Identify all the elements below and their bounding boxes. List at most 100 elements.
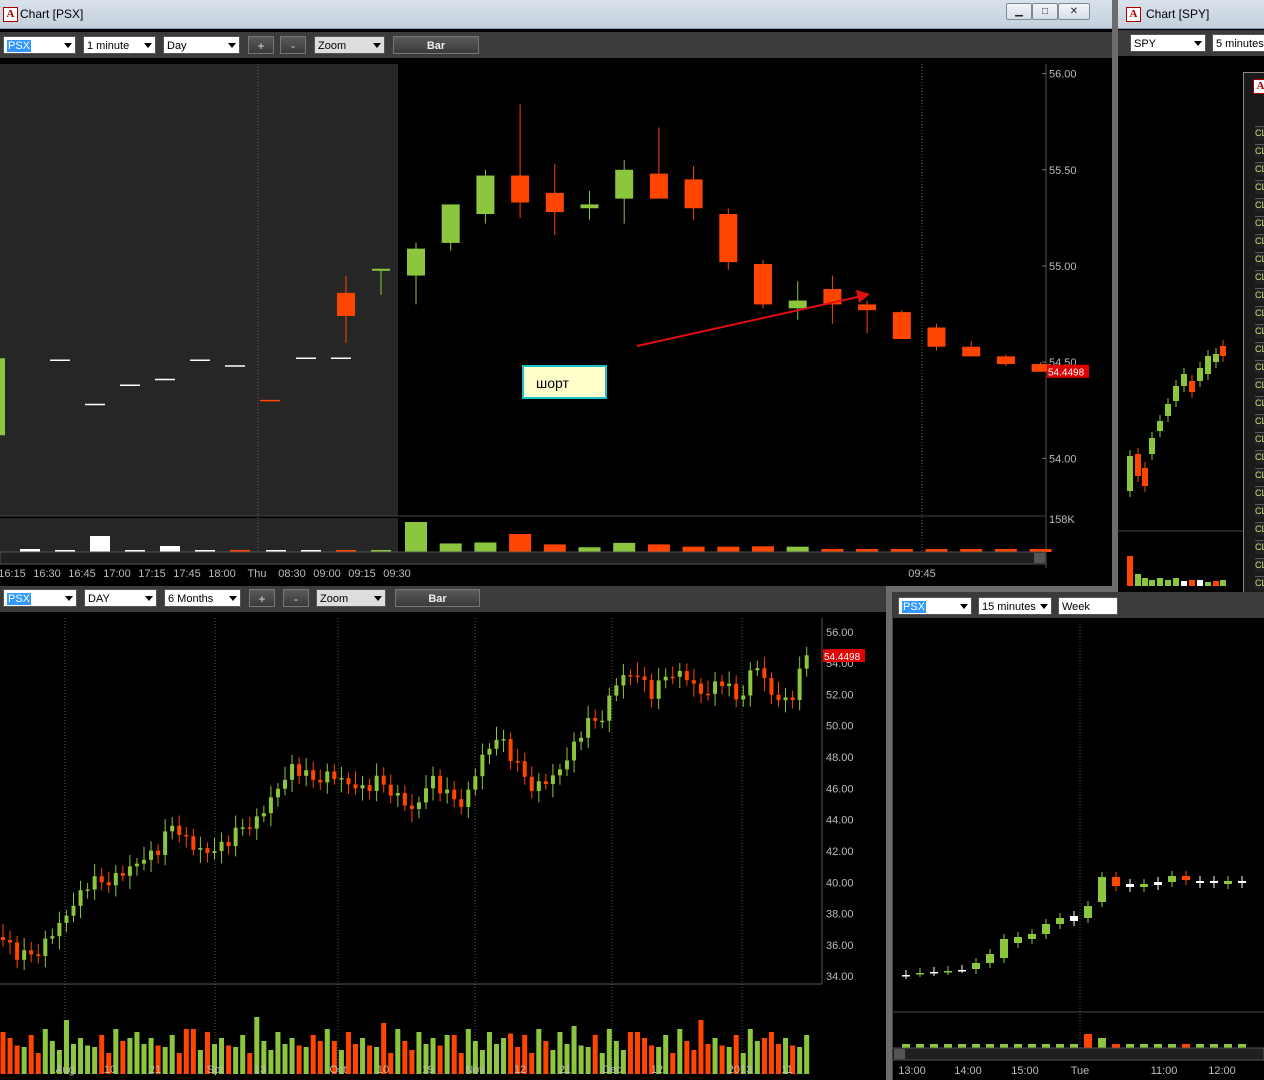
watchlist-item[interactable]: CL xyxy=(1255,486,1264,500)
range-value: Day xyxy=(167,40,187,52)
watchlist-item[interactable]: CL xyxy=(1255,306,1264,320)
price-chart-daily[interactable]: 56.0054.0052.0050.0048.0046.0044.0042.00… xyxy=(0,612,886,1080)
maximize-button[interactable]: □ xyxy=(1032,3,1058,20)
candle-body xyxy=(57,922,62,937)
watchlist-item[interactable]: CL xyxy=(1255,378,1264,392)
candle-body xyxy=(170,825,175,832)
candle-body xyxy=(586,718,591,738)
candle-body xyxy=(205,848,210,854)
watchlist-item[interactable]: CL xyxy=(1255,288,1264,302)
candle-body xyxy=(476,175,495,215)
range-dropdown[interactable]: Day xyxy=(163,36,240,54)
price-tick-label: 55.00 xyxy=(1049,261,1077,273)
candle-body xyxy=(972,963,980,969)
candle-body xyxy=(902,975,910,977)
watchlist-item[interactable]: CL xyxy=(1255,450,1264,464)
watchlist-item[interactable]: CL xyxy=(1255,324,1264,338)
range-dropdown[interactable]: Week xyxy=(1058,597,1118,615)
watchlist-item[interactable]: CL xyxy=(1255,540,1264,554)
volume-bar xyxy=(698,1020,704,1074)
watchlist-item[interactable]: CL xyxy=(1255,504,1264,518)
candle-body xyxy=(409,805,414,809)
watchlist-item[interactable]: CL xyxy=(1255,162,1264,176)
candle-body xyxy=(892,312,911,340)
symbol-dropdown[interactable]: PSX xyxy=(898,597,972,615)
volume-bar xyxy=(183,1029,189,1074)
zoom-dropdown[interactable]: Zoom xyxy=(314,36,385,54)
candle-body xyxy=(713,681,718,694)
scroll-left-button xyxy=(894,1049,905,1059)
candle-body xyxy=(1224,881,1232,884)
watchlist-item[interactable]: CL xyxy=(1255,396,1264,410)
volume-bar xyxy=(501,1038,507,1074)
zoom-out-button[interactable]: - xyxy=(280,36,306,54)
window-titlebar[interactable]: A Chart [SPY] xyxy=(1118,0,1264,29)
candle-body xyxy=(614,685,619,696)
watchlist-item[interactable]: CL xyxy=(1255,216,1264,230)
volume-bar xyxy=(613,542,636,552)
symbol-dropdown[interactable]: SPY xyxy=(1130,34,1206,52)
watchlist-item[interactable]: CL xyxy=(1255,360,1264,374)
volume-bar xyxy=(275,1032,281,1074)
volume-bar xyxy=(1181,581,1187,586)
interval-value: 1 minute xyxy=(87,40,130,52)
zoom-out-button[interactable]: - xyxy=(283,589,309,607)
minimize-button[interactable]: ▁ xyxy=(1006,3,1032,20)
price-tick-label: 50.00 xyxy=(826,721,854,733)
volume-bar xyxy=(160,546,180,552)
price-tick-label: 52.00 xyxy=(826,689,854,701)
volume-bar xyxy=(944,1044,952,1048)
volume-bar xyxy=(474,542,497,552)
price-chart-15min[interactable]: 13:00 14:00 15:00 Tue 11:00 12:00 xyxy=(892,618,1264,1080)
candle-body xyxy=(748,670,753,696)
watchlist-item[interactable]: CL xyxy=(1255,522,1264,536)
volume-bar xyxy=(1205,582,1211,586)
price-tick-label: 42.00 xyxy=(826,846,854,858)
close-button[interactable]: ✕ xyxy=(1058,3,1090,20)
volume-bar xyxy=(233,1047,239,1074)
candle-body xyxy=(550,775,555,785)
volume-bar xyxy=(1028,1044,1036,1048)
time-tick-label: 13 xyxy=(254,1064,266,1076)
time-tick-label: 15:00 xyxy=(1011,1065,1039,1077)
range-dropdown[interactable]: 6 Months xyxy=(164,589,241,607)
window-titlebar[interactable]: A Chart [PSX] ▁ □ ✕ xyxy=(0,0,1112,29)
watchlist-item[interactable]: CL xyxy=(1255,558,1264,572)
watchlist-item[interactable]: CL xyxy=(1255,432,1264,446)
annotation-label[interactable]: шорт xyxy=(522,365,607,399)
volume-bar xyxy=(141,1044,147,1074)
volume-bar xyxy=(571,1026,577,1074)
zoom-dropdown[interactable]: Zoom xyxy=(316,589,386,607)
interval-dropdown[interactable]: 5 minutes xyxy=(1212,34,1264,52)
time-tick-label: 08:30 xyxy=(278,568,306,580)
interval-dropdown[interactable]: 1 minute xyxy=(83,36,156,54)
watchlist-item[interactable]: CL xyxy=(1255,252,1264,266)
watchlist-item[interactable]: CL xyxy=(1255,342,1264,356)
candle-body xyxy=(962,346,981,357)
interval-dropdown[interactable]: 15 minutes xyxy=(978,597,1052,615)
interval-dropdown[interactable]: DAY xyxy=(84,589,157,607)
candle-body xyxy=(459,799,464,807)
watchlist-item[interactable]: CL xyxy=(1255,126,1264,140)
interval-value: DAY xyxy=(88,593,110,605)
watchlist-item[interactable]: CL xyxy=(1255,144,1264,158)
symbol-value: SPY xyxy=(1134,38,1157,50)
chart-style-button[interactable]: Bar xyxy=(393,36,479,54)
watchlist-item[interactable]: CL xyxy=(1255,468,1264,482)
watchlist-item[interactable]: CL xyxy=(1255,234,1264,248)
zoom-in-button[interactable]: + xyxy=(249,589,275,607)
watchlist-item[interactable]: CL xyxy=(1255,198,1264,212)
candle-body xyxy=(804,655,809,669)
zoom-in-button[interactable]: + xyxy=(248,36,274,54)
watchlist-item[interactable]: CL xyxy=(1255,414,1264,428)
candle-body xyxy=(480,754,485,777)
watchlist-item[interactable]: CL xyxy=(1255,270,1264,284)
chart-style-button[interactable]: Bar xyxy=(395,589,480,607)
watchlist-item[interactable]: CL xyxy=(1255,576,1264,590)
price-chart-1min[interactable]: 56.0055.5055.0054.5054.00158K54.449816:1… xyxy=(0,58,1112,586)
symbol-dropdown[interactable]: PSX xyxy=(3,589,77,607)
watchlist-item[interactable]: CL xyxy=(1255,180,1264,194)
symbol-dropdown[interactable]: PSX xyxy=(3,36,76,54)
candle-body xyxy=(649,173,668,199)
volume-bar xyxy=(717,546,740,552)
